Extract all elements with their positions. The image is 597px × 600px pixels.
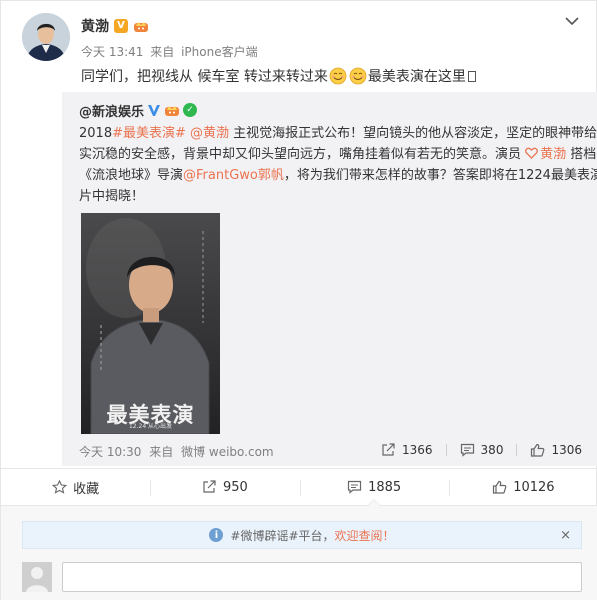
repost-stats: 1366 380 1306 [381,440,582,460]
poster-image[interactable]: 最美表演 12.24 从心出发 [81,213,220,434]
notice-text: #微博辟谣#平台， [230,528,335,543]
heart-icon [525,147,539,159]
repost-text-segment: 搭档 [566,147,597,162]
mention-link[interactable]: 黄渤 [525,147,566,162]
author-name[interactable]: 黄渤 [81,16,109,36]
poster-date: 12.24 从心出发 [128,423,173,430]
comment-icon [347,480,362,494]
thumbs-up-icon [493,480,507,494]
repost-text-segment: 《流浪地球》导演 [79,168,184,183]
action-bar: 收藏 950 1885 10126 [1,468,597,506]
mention-link[interactable]: @FrantGwo郭帆 [183,168,284,183]
repost-text-segment: 主视觉海报正式公布！望向镜头的他从容淡定，坚定的眼神带给人踏 [229,126,597,141]
smile-emoji-icon [329,67,347,85]
favorite-label: 收藏 [73,481,100,497]
rumor-notice-banner: i #微博辟谣#平台， 欢迎查阅！ × [22,521,582,549]
thumbs-up-icon [531,443,545,457]
notice-link[interactable]: 欢迎查阅！ [335,527,395,544]
star-icon [52,480,68,494]
post-source-prefix: 来自 [150,45,175,59]
crown-icon[interactable] [164,103,180,117]
comment-count: 1885 [368,479,402,495]
info-icon: i [209,528,224,542]
like-count: 10126 [513,479,555,495]
repost-text-segment: 实沉稳的安全感，背景中却又仰头望向远方，嘴角挂着似有若无的笑意。演员 [79,147,526,162]
topic-link[interactable]: #最美表演# [112,126,186,141]
v-badge-icon[interactable]: V [114,19,128,33]
like-button[interactable]: 10126 [448,469,597,505]
smile-emoji-icon [349,67,367,85]
repost-text-segment: 片中揭晓！ [79,189,145,204]
weibo-card: 黄渤 V 今天 13:41 来自 iPhone客户端 同学们，把视线从 候车室 … [0,0,597,600]
repost-source[interactable]: 微博 weibo.com [181,445,274,459]
post-meta: 今天 13:41 来自 iPhone客户端 [81,43,258,60]
repost-block: @新浪娱乐 ✓ 2018#最美表演# @黄渤 主视觉海报正式公布！望向镜头的他从… [62,92,597,466]
repost-button[interactable]: 950 [150,469,299,505]
repost-line: 片中揭晓！ [79,186,584,207]
mention-link[interactable]: @黄渤 [190,126,229,141]
repost-forward-stat[interactable]: 1366 [381,443,433,457]
post-text-tail: 最美表演在这里 [367,69,466,85]
repost-comment-stat[interactable]: 380 [460,443,504,457]
post-time[interactable]: 今天 13:41 [81,45,143,59]
repost-comment-count: 380 [480,443,504,457]
chevron-down-icon[interactable] [564,15,580,27]
comment-icon [460,443,474,457]
repost-like-stat[interactable]: 1306 [530,443,582,457]
repost-text-segment: ，将为我们带来怎样的故事？答案即将在1224最美表演正 [283,168,597,183]
author-avatar[interactable] [22,13,70,61]
blue-v-badge-icon[interactable] [147,103,161,117]
missing-glyph-box [467,71,476,82]
close-icon[interactable]: × [560,528,571,543]
repost-text: 2018#最美表演# @黄渤 主视觉海报正式公布！望向镜头的他从容淡定，坚定的眼… [79,123,597,207]
repost-meta: 今天 10:30 来自 微博 weibo.com [79,443,274,460]
stat-divider [516,444,518,456]
post-source[interactable]: iPhone客户端 [181,45,258,59]
comment-input[interactable] [62,562,582,592]
comment-button[interactable]: 1885 [299,469,449,506]
crown-icon[interactable] [133,19,149,33]
repost-author[interactable]: @新浪娱乐 [79,101,144,120]
favorite-button[interactable]: 收藏 [1,469,150,505]
repost-time[interactable]: 今天 10:30 [79,445,141,459]
repost-source-prefix: 来自 [149,445,174,459]
active-tab-caret [367,499,382,506]
repost-forward-count: 1366 [402,443,433,457]
post-text: 同学们，把视线从 候车室 转过来转过来 最美表演在这里 [81,67,581,87]
mention-link-label: 黄渤 [540,147,567,162]
repost-line: 实沉稳的安全感，背景中却又仰头望向远方，嘴角挂着似有若无的笑意。演员 黄渤 搭档 [79,144,596,165]
repost-count: 950 [222,479,248,495]
forward-icon [382,443,395,456]
stat-divider [445,444,447,456]
repost-line: 《流浪地球》导演@FrantGwo郭帆，将为我们带来怎样的故事？答案即将在122… [79,165,597,186]
repost-like-count: 1306 [551,443,582,457]
comment-area: i #微博辟谣#平台， 欢迎查阅！ × [1,506,597,600]
green-badge-icon[interactable]: ✓ [183,103,198,117]
commenter-avatar[interactable] [22,562,52,592]
repost-text-segment: 2018 [79,126,113,141]
repost-line: 2018#最美表演# @黄渤 主视觉海报正式公布！望向镜头的他从容淡定，坚定的眼… [79,123,597,144]
post-text-main: 同学们，把视线从 候车室 转过来转过来 [81,69,328,85]
forward-icon [203,480,216,493]
